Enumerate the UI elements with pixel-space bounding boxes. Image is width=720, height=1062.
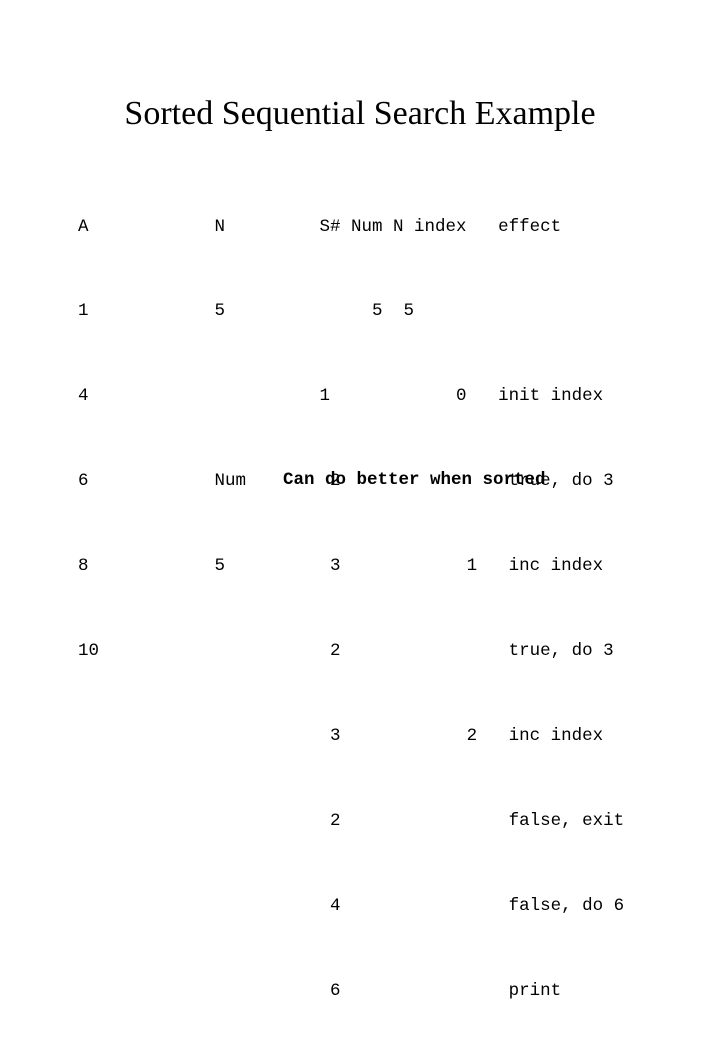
table-row: 8 5 3 1 inc index	[78, 552, 624, 580]
table-row: 4 1 0 init index	[78, 382, 624, 410]
table-row: 3 2 inc index	[78, 722, 624, 750]
slide-canvas: Sorted Sequential Search Example A N S# …	[0, 0, 720, 540]
summary-note: Can do better when sorted	[283, 466, 546, 494]
table-row: A N S# Num N index effect	[78, 213, 624, 241]
table-row: 2 false, exit	[78, 807, 624, 835]
table-row: 10 2 true, do 3	[78, 637, 624, 665]
table-row: 1 5 5 5	[78, 297, 624, 325]
table-row: 6 print	[78, 977, 624, 1005]
page-title: Sorted Sequential Search Example	[0, 95, 720, 133]
search-trace-table: A N S# Num N index effect 1 5 5 5 4 1 0 …	[78, 156, 624, 1062]
table-row: 4 false, do 6	[78, 892, 624, 920]
